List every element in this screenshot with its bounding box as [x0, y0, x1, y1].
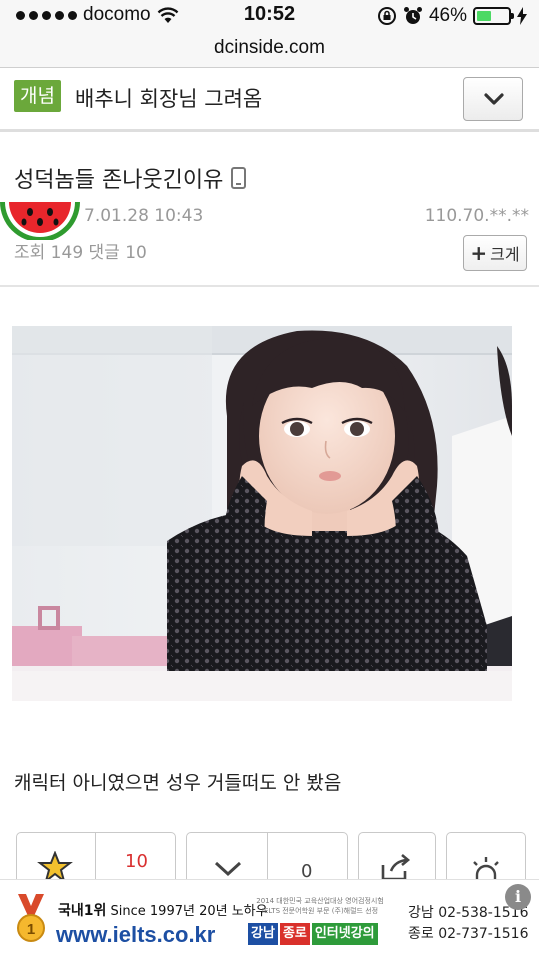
- ad-banner[interactable]: 1 국내1위 Since 1997년 20년 노하우 www.ielts.co.…: [0, 879, 539, 960]
- plus-icon: +: [470, 241, 488, 265]
- ad-since: Since 1997년 20년 노하우: [110, 904, 268, 919]
- ad-tag-jongno: 종로: [279, 923, 310, 945]
- alarm-icon: [403, 7, 422, 24]
- mobile-post-icon: [231, 167, 247, 189]
- battery-percent: 46%: [428, 5, 467, 26]
- post-date: 7.01.28 10:43: [84, 206, 204, 226]
- enlarge-button[interactable]: + 크게: [463, 235, 527, 271]
- medal-number: 1: [27, 921, 35, 938]
- ad-award-text: 2014 대한민국 교육산업대상 영어검정시험 IELTS 전문어학원 부문 (…: [250, 896, 390, 916]
- downvote-chevron-icon: [214, 861, 242, 877]
- ad-tags: 강남 종로 인터넷강의: [248, 923, 378, 945]
- recommend-bar: 10 0: [0, 832, 539, 892]
- gallery-header: 개념 배추니 회장님 그려옴: [0, 68, 539, 132]
- address-bar[interactable]: dcinside.com: [0, 34, 539, 68]
- medal-icon: 1: [17, 894, 45, 942]
- gallery-dropdown-button[interactable]: [463, 77, 523, 121]
- ad-phone-jongno: 종로 02-737-1516: [408, 926, 529, 942]
- ad-info-button[interactable]: i: [505, 884, 531, 910]
- enlarge-label: 크게: [490, 245, 520, 264]
- status-right: 46%: [377, 5, 527, 27]
- charging-bolt-icon: [517, 7, 527, 25]
- ad-rank: 국내1위: [58, 903, 107, 919]
- ad-tag-online: 인터넷강의: [311, 923, 378, 945]
- ad-rank-line: 국내1위 Since 1997년 20년 노하우: [58, 900, 268, 920]
- status-bar: docomo 10:52 46%: [0, 0, 539, 34]
- gallery-title[interactable]: 배추니 회장님 그려옴: [75, 83, 262, 113]
- ad-url: www.ielts.co.kr: [56, 922, 216, 947]
- ad-award-line1: 2014 대한민국 교육산업대상 영어검정시험: [256, 897, 384, 905]
- watermelon-icon: [0, 202, 80, 240]
- chevron-down-icon: [484, 93, 504, 105]
- post-ip: 110.70.**.**: [424, 206, 529, 226]
- post-body-text: 캐릭터 아니였으면 성우 거들떠도 안 봤음: [14, 772, 342, 794]
- post-photo[interactable]: [12, 326, 512, 701]
- address-bar-url: dcinside.com: [214, 37, 325, 58]
- upvote-count: 10: [125, 851, 148, 872]
- post-stats: 조회 149 댓글 10: [14, 243, 147, 263]
- rotation-lock-icon: [377, 7, 396, 25]
- ad-award-line2: IELTS 전문어학원 부문 (주)해럴드 선정: [261, 907, 379, 915]
- battery-level: [477, 11, 491, 21]
- ad-tag-gangnam: 강남: [248, 923, 278, 945]
- battery-icon: [473, 7, 514, 25]
- post-divider: [0, 285, 539, 287]
- post-title: 성덕놈들 존나웃긴이유: [14, 162, 247, 194]
- post-title-text: 성덕놈들 존나웃긴이유: [14, 168, 224, 193]
- concept-badge: 개념: [14, 80, 61, 112]
